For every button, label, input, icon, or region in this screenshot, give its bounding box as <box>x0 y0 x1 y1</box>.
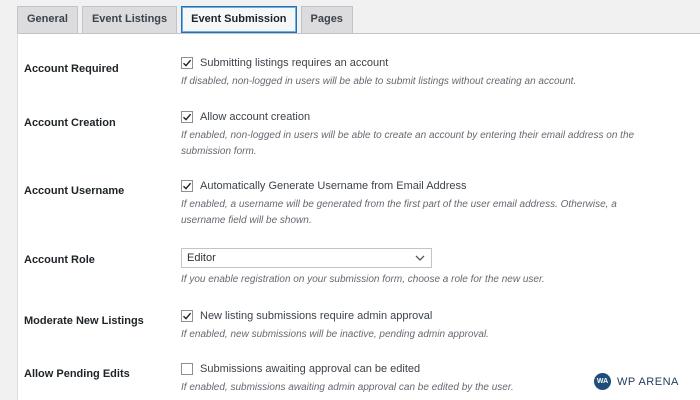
wp-arena-watermark: WA WP ARENA <box>594 373 679 390</box>
checkbox-label: New listing submissions require admin ap… <box>200 310 433 322</box>
settings-panel: Account Required Submitting listings req… <box>17 33 700 400</box>
checkbox-label: Submissions awaiting approval can be edi… <box>200 363 421 375</box>
setting-description: If you enable registration on your submi… <box>181 274 545 285</box>
setting-field: Submitting listings requires an account … <box>181 56 656 90</box>
tab-event-submission[interactable]: Event Submission <box>181 6 297 33</box>
checkbox-option[interactable]: Submitting listings requires an account <box>181 56 656 70</box>
checkbox-option[interactable]: Allow account creation <box>181 110 656 124</box>
checkbox-option[interactable]: Automatically Generate Username from Ema… <box>181 179 656 193</box>
setting-field: Submissions awaiting approval can be edi… <box>181 362 656 396</box>
account-required-checkbox[interactable] <box>181 57 193 69</box>
tab-pages[interactable]: Pages <box>300 6 353 33</box>
setting-field: Allow account creation If enabled, non-l… <box>181 110 656 160</box>
account-creation-checkbox[interactable] <box>181 111 193 123</box>
checkbox-label: Automatically Generate Username from Ema… <box>200 180 467 192</box>
setting-label: Account Creation <box>24 117 116 129</box>
select-value: Editor <box>187 252 216 264</box>
setting-description: If enabled, non-logged in users will be … <box>181 130 635 157</box>
chevron-down-icon <box>415 255 425 261</box>
setting-field: New listing submissions require admin ap… <box>181 309 656 343</box>
wp-arena-logo-icon: WA <box>594 373 611 390</box>
moderate-listings-checkbox[interactable] <box>181 310 193 322</box>
setting-field: Automatically Generate Username from Ema… <box>181 179 656 229</box>
setting-field: Editor If you enable registration on you… <box>181 248 656 288</box>
setting-label: Account Required <box>24 63 119 75</box>
settings-tabs: General Event Listings Event Submission … <box>17 6 353 33</box>
setting-label: Account Role <box>24 254 95 266</box>
setting-description: If enabled, new submissions will be inac… <box>181 329 489 340</box>
setting-label: Account Username <box>24 185 125 197</box>
checkbox-option[interactable]: New listing submissions require admin ap… <box>181 309 656 323</box>
checkbox-label: Submitting listings requires an account <box>200 57 389 69</box>
checkmark-icon <box>183 312 192 320</box>
setting-description: If disabled, non-logged in users will be… <box>181 76 577 87</box>
tab-event-listings[interactable]: Event Listings <box>81 6 178 33</box>
checkbox-label: Allow account creation <box>200 111 311 123</box>
brand-name: WP ARENA <box>617 375 679 388</box>
setting-label: Moderate New Listings <box>24 315 144 327</box>
checkmark-icon <box>183 59 192 67</box>
setting-label: Allow Pending Edits <box>24 368 130 380</box>
tab-general[interactable]: General <box>17 6 78 33</box>
checkmark-icon <box>183 182 192 190</box>
account-username-checkbox[interactable] <box>181 180 193 192</box>
setting-description: If enabled, a username will be generated… <box>181 199 617 226</box>
checkmark-icon <box>183 113 192 121</box>
setting-description: If enabled, submissions awaiting admin a… <box>181 382 514 393</box>
checkbox-option[interactable]: Submissions awaiting approval can be edi… <box>181 362 656 376</box>
account-role-select[interactable]: Editor <box>181 248 432 268</box>
pending-edits-checkbox[interactable] <box>181 363 193 375</box>
